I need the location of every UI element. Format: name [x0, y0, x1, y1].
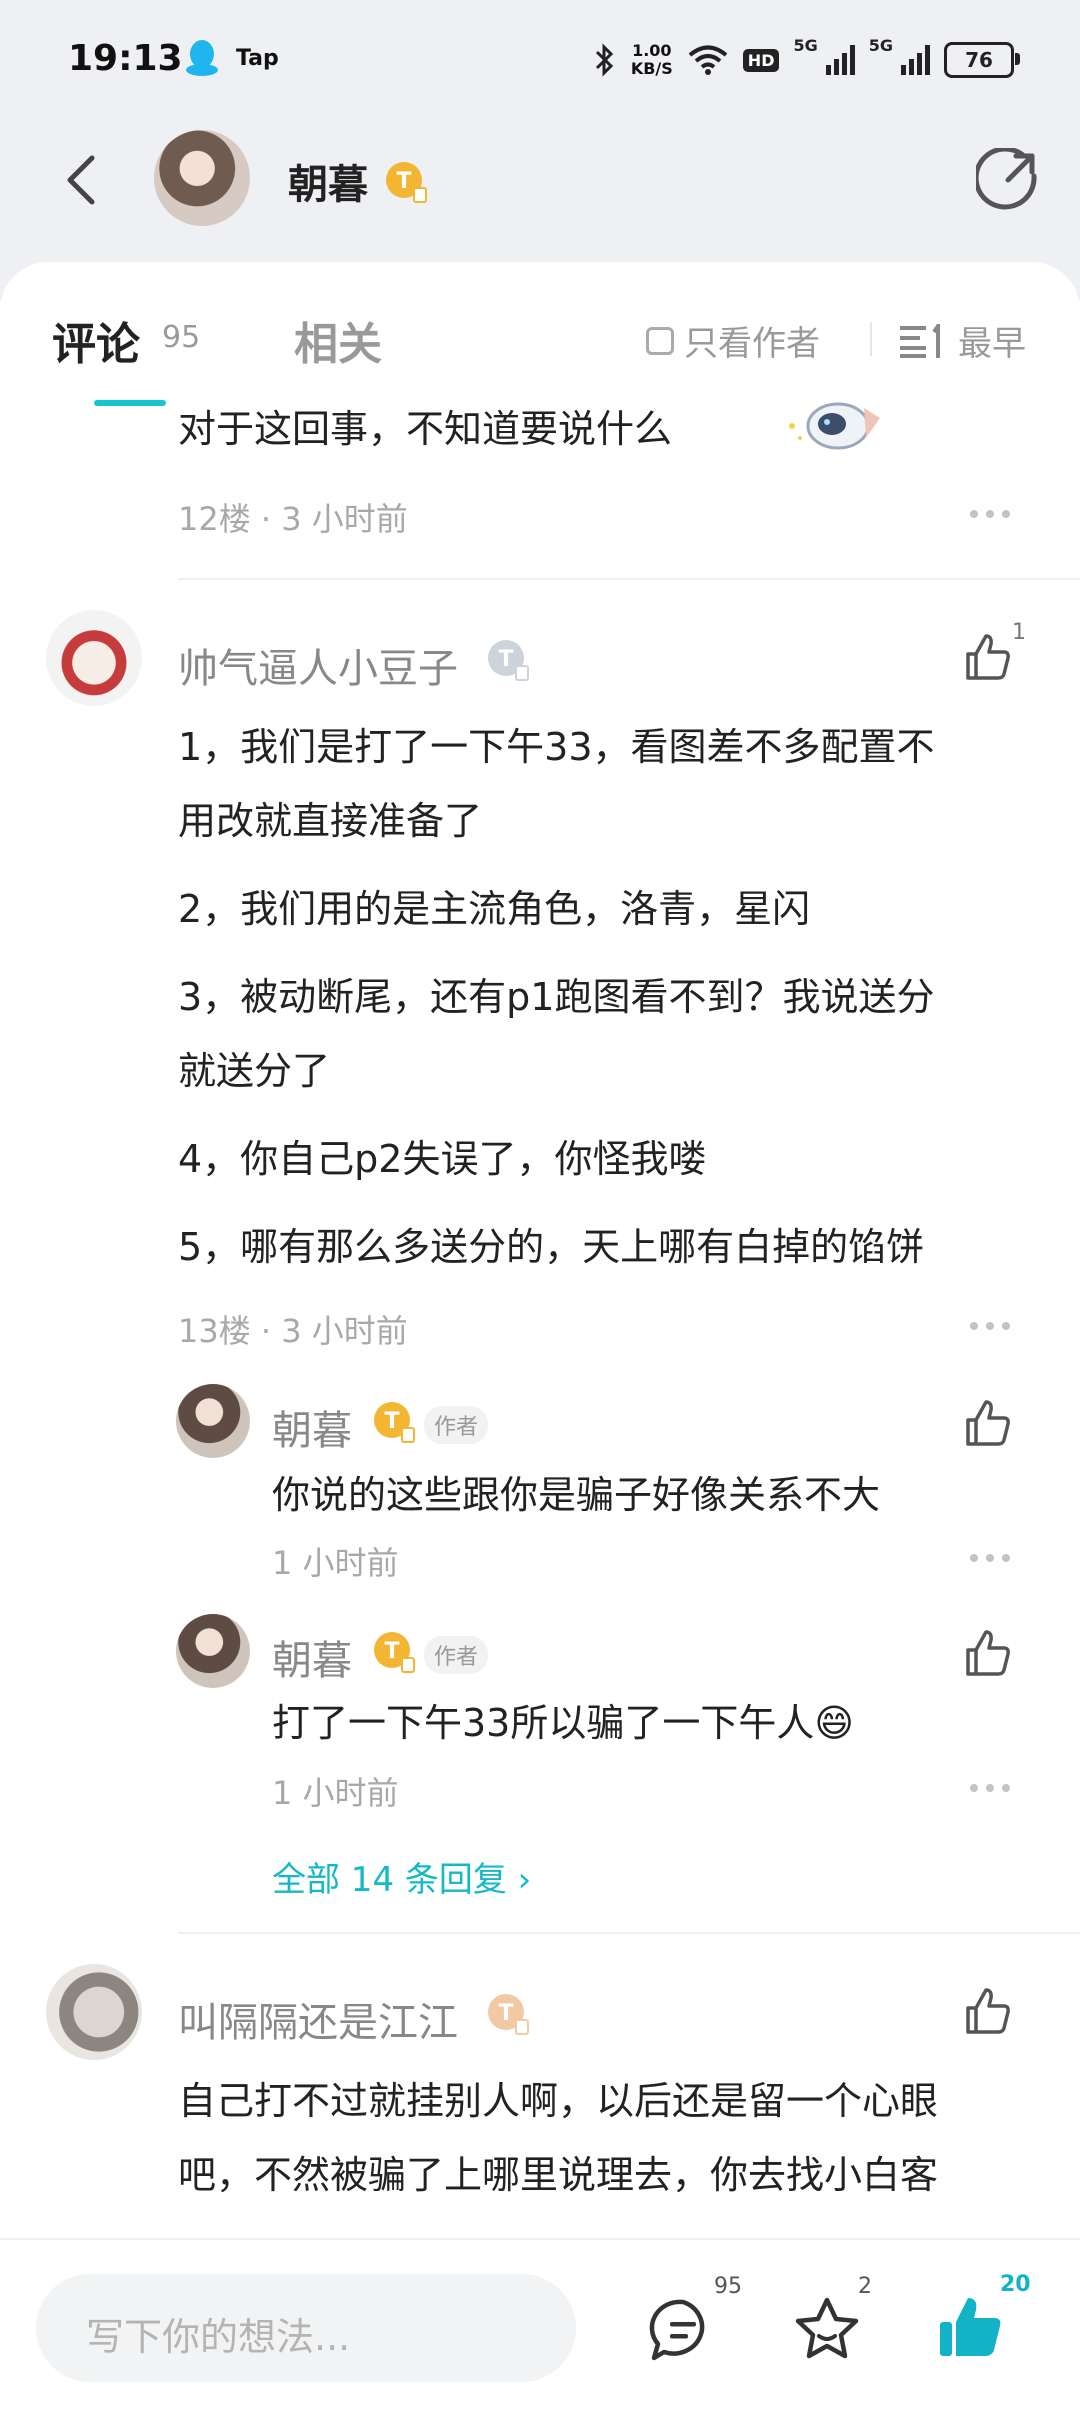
- comment-input-placeholder: 写下你的想法...: [86, 2315, 351, 2359]
- comment-line: 1，我们是打了一下午33，看图差不多配置不: [178, 725, 935, 769]
- wifi-icon: [688, 45, 728, 75]
- like-icon[interactable]: [962, 1628, 1012, 1678]
- comment-line: 就送分了: [178, 1049, 331, 1093]
- view-all-replies-link[interactable]: 全部 14 条回复 ›: [272, 1852, 531, 1901]
- sim1-network-type: 5G: [793, 36, 818, 55]
- status-bar: 19:13 Tap 1.00 KB/S HD 5G 5G 76: [0, 0, 1080, 120]
- comment-line: 3，被动断尾，还有p1跑图看不到？我说送分: [178, 975, 935, 1019]
- only-author-toggle[interactable]: 只看作者: [646, 316, 820, 365]
- level-badge-icon: T: [488, 1994, 529, 2035]
- author-tag: 作者: [424, 1406, 489, 1444]
- comment-input[interactable]: 写下你的想法...: [36, 2274, 576, 2382]
- sort-label: 最早: [958, 324, 1026, 364]
- status-indicators: 1.00 KB/S HD 5G 5G 76: [593, 36, 1020, 84]
- comment-meta-floor13: 13楼 · 3 小时前: [178, 1312, 408, 1350]
- hd-voice-icon: HD: [742, 48, 780, 72]
- author-name[interactable]: 朝暮: [288, 152, 368, 210]
- battery-icon: 76: [944, 42, 1020, 78]
- network-speed-unit: KB/S: [630, 59, 673, 78]
- astronaut-sticker-icon: [789, 402, 880, 450]
- level-badge-icon: T: [374, 1402, 415, 1443]
- back-arrow-icon[interactable]: [56, 150, 116, 210]
- comment-tabs: 评论 95 相关 只看作者 最早: [0, 262, 1080, 406]
- reply-time: 1 小时前: [272, 1544, 399, 1582]
- like-count: 1: [1012, 620, 1026, 645]
- network-speed: 1.00 KB/S: [631, 42, 673, 78]
- bluetooth-icon: [595, 43, 613, 77]
- like-icon[interactable]: [962, 632, 1012, 682]
- more-options-icon[interactable]: [970, 1322, 1010, 1332]
- comment-separator: [178, 1932, 1080, 1934]
- share-icon[interactable]: [976, 148, 1042, 214]
- author-tag: 作者: [424, 1636, 489, 1674]
- comment-body-floor13: 1，我们是打了一下午33，看图差不多配置不 用改就直接准备了 2，我们用的是主流…: [178, 710, 1048, 1284]
- sort-toggle[interactable]: 最早: [900, 316, 1026, 365]
- reply-username[interactable]: 朝暮: [272, 1398, 352, 1456]
- like-icon[interactable]: [962, 1986, 1012, 2036]
- reply-text: 打了一下午33所以骗了一下午人😄: [272, 1701, 854, 1745]
- svg-text:T: T: [498, 647, 513, 672]
- more-options-icon[interactable]: [970, 1554, 1010, 1564]
- reply-time: 1 小时前: [272, 1774, 399, 1812]
- level-badge-icon: T: [386, 162, 427, 203]
- svg-text:T: T: [396, 169, 411, 194]
- comment-count: 95: [714, 2274, 742, 2299]
- bottom-action-bar: 写下你的想法... 95 2 20: [0, 2238, 1080, 2414]
- sort-icon: [900, 323, 940, 358]
- tab-divider: [870, 322, 872, 356]
- svg-text:T: T: [498, 2001, 513, 2026]
- more-options-icon[interactable]: [970, 1784, 1010, 1794]
- comment-line: 5，哪有那么多送分的，天上哪有白掉的馅饼: [178, 1225, 925, 1269]
- comment-line: 吧，不然被骗了上哪里说理去，你去找小白客: [178, 2153, 939, 2197]
- battery-level: 76: [965, 48, 993, 72]
- favorite-count: 2: [858, 2274, 872, 2299]
- tab-comments[interactable]: 评论: [52, 308, 140, 372]
- status-time: 19:13: [68, 38, 183, 79]
- star-icon[interactable]: [792, 2294, 862, 2364]
- level-badge-icon: T: [488, 640, 529, 681]
- post-header: 朝暮 T: [0, 120, 1080, 270]
- more-options-icon[interactable]: [970, 510, 1010, 520]
- reply-username[interactable]: 朝暮: [272, 1628, 352, 1686]
- only-author-label: 只看作者: [684, 324, 820, 364]
- tab-related[interactable]: 相关: [294, 308, 382, 372]
- author-avatar[interactable]: [154, 130, 250, 226]
- tap-app-icon: Tap: [236, 46, 279, 71]
- like-icon[interactable]: [962, 1398, 1012, 1448]
- like-total-count: 20: [1000, 2272, 1031, 2297]
- level-badge-icon: T: [374, 1632, 415, 1673]
- comment-line: 用改就直接准备了: [178, 799, 483, 843]
- comment-meta-floor12: 12楼 · 3 小时前: [178, 500, 408, 538]
- commenter-avatar[interactable]: [46, 610, 142, 706]
- sim2-network-type: 5G: [868, 36, 893, 55]
- tab-comments-count: 95: [162, 320, 201, 355]
- comment-separator: [178, 578, 1080, 580]
- reply-avatar[interactable]: [176, 1384, 250, 1458]
- comment-bubble-icon[interactable]: [648, 2296, 718, 2366]
- comment-line: 自己打不过就挂别人啊，以后还是留一个心眼: [178, 2079, 939, 2123]
- qq-icon: [186, 40, 218, 76]
- commenter-avatar[interactable]: [46, 1964, 142, 2060]
- comment-line: 4，你自己p2失误了，你怪我喽: [178, 1137, 707, 1181]
- comment-line: 2，我们用的是主流角色，洛青，星闪: [178, 887, 811, 931]
- svg-text:T: T: [384, 1639, 399, 1664]
- commenter-name[interactable]: 叫隔隔还是江江: [178, 1990, 458, 2048]
- reply-text: 你说的这些跟你是骗子好像关系不大: [272, 1473, 881, 1517]
- signal-icon-sim2: [901, 45, 930, 75]
- network-speed-value: 1.00: [632, 41, 672, 60]
- like-filled-icon[interactable]: [936, 2292, 1006, 2362]
- svg-text:T: T: [384, 1409, 399, 1434]
- commenter-name[interactable]: 帅气逼人小豆子: [178, 636, 458, 694]
- signal-icon-sim1: [825, 45, 855, 75]
- comment-text-floor12: 对于这回事，不知道要说什么: [178, 407, 673, 451]
- only-author-checkbox[interactable]: [646, 326, 674, 355]
- reply-avatar[interactable]: [176, 1614, 250, 1688]
- active-tab-indicator: [94, 400, 166, 406]
- comment-body-floor14: 自己打不过就挂别人啊，以后还是留一个心眼 吧，不然被骗了上哪里说理去，你去找小白…: [178, 2064, 1058, 2212]
